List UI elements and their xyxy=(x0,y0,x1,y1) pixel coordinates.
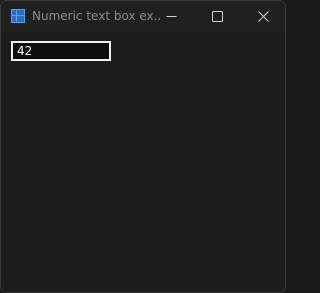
maximize-icon xyxy=(212,11,223,22)
minimize-icon xyxy=(166,16,177,17)
app-grid-icon xyxy=(11,9,25,23)
close-icon xyxy=(258,11,269,22)
maximize-button[interactable] xyxy=(195,1,241,32)
numeric-text-box[interactable] xyxy=(11,41,111,61)
minimize-button[interactable] xyxy=(149,1,195,32)
window-title: Numeric text box ex... xyxy=(32,9,162,23)
app-window: Numeric text box ex... xyxy=(0,0,286,293)
close-button[interactable] xyxy=(241,1,285,32)
title-bar[interactable]: Numeric text box ex... xyxy=(1,1,285,32)
client-area xyxy=(1,32,285,292)
